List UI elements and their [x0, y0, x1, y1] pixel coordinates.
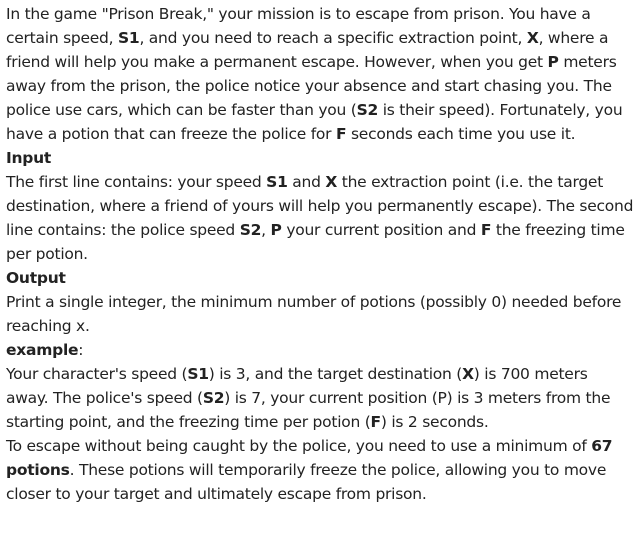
input-text: ,	[261, 221, 271, 239]
intro-text: seconds each time you use it.	[346, 125, 576, 143]
var-f: F	[480, 221, 492, 239]
var-s2: S2	[356, 101, 379, 119]
var-s2: S2	[239, 221, 262, 239]
intro-text: , and you need to reach a specific extra…	[139, 29, 527, 47]
var-f: F	[335, 125, 347, 143]
input-paragraph: The first line contains: your speed S1 a…	[6, 170, 634, 266]
input-text: and	[287, 173, 326, 191]
answer-paragraph: To escape without being caught by the po…	[6, 434, 634, 506]
problem-statement: In the game "Prison Break," your mission…	[6, 2, 634, 506]
intro-paragraph: In the game "Prison Break," your mission…	[6, 2, 634, 146]
var-s2: S2	[202, 389, 225, 407]
input-text: your current position and	[281, 221, 481, 239]
answer-text: . These potions will temporarily freeze …	[6, 461, 607, 503]
input-text: The first line contains: your speed	[6, 173, 267, 191]
example-paragraph: Your character's speed (S1) is 3, and th…	[6, 362, 634, 434]
answer-text: To escape without being caught by the po…	[6, 437, 592, 455]
var-s1: S1	[266, 173, 288, 191]
var-x: X	[462, 365, 474, 383]
example-text: ) is 3, and the target destination (	[208, 365, 463, 383]
var-x: X	[325, 173, 338, 191]
var-x: X	[526, 29, 539, 47]
var-s1: S1	[187, 365, 209, 383]
output-heading: Output	[6, 269, 66, 287]
output-paragraph: Print a single integer, the minimum numb…	[6, 293, 622, 335]
var-s1: S1	[118, 29, 140, 47]
example-text: Your character's speed (	[6, 365, 188, 383]
var-p: P	[270, 221, 282, 239]
var-f: F	[370, 413, 382, 431]
input-heading: Input	[6, 149, 52, 167]
example-heading: example:	[6, 341, 84, 359]
example-text: ) is 2 seconds.	[380, 413, 489, 431]
var-p: P	[547, 53, 559, 71]
